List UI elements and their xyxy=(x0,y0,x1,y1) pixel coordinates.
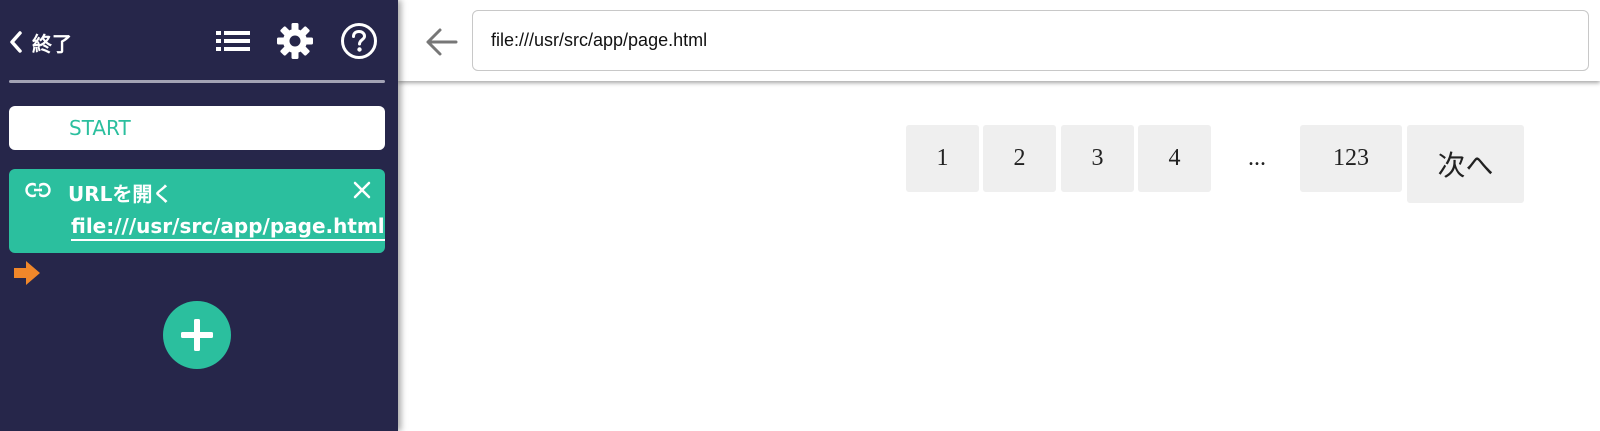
page-button-4[interactable]: 4 xyxy=(1138,125,1211,192)
arrow-left-icon[interactable] xyxy=(422,24,460,60)
sidebar: 終了 START URLを開く file:///usr/src/app/page… xyxy=(0,0,398,431)
sidebar-toolbar: 終了 xyxy=(0,0,398,82)
exit-button[interactable]: 終了 xyxy=(8,22,72,62)
sidebar-divider xyxy=(9,80,385,83)
start-block[interactable]: START xyxy=(9,106,385,150)
plus-icon xyxy=(180,318,214,352)
add-step-button[interactable] xyxy=(163,301,231,369)
browser-toolbar: file:///usr/src/app/page.html xyxy=(398,0,1600,81)
arrow-right-icon xyxy=(13,260,41,286)
page-button-last[interactable]: 123 xyxy=(1300,125,1402,192)
step-title: URLを開く xyxy=(68,182,173,206)
help-circle-icon[interactable] xyxy=(338,20,380,62)
url-input[interactable]: file:///usr/src/app/page.html xyxy=(472,10,1589,71)
step-open-url[interactable]: URLを開く file:///usr/src/app/page.html xyxy=(9,169,385,253)
step-url-link[interactable]: file:///usr/src/app/page.html xyxy=(71,215,385,241)
link-icon xyxy=(25,181,51,199)
page-button-2[interactable]: 2 xyxy=(983,125,1056,192)
pagination-ellipsis: ... xyxy=(1248,145,1266,171)
close-icon[interactable] xyxy=(349,177,375,203)
gear-icon[interactable] xyxy=(274,20,316,62)
next-page-button[interactable]: 次へ xyxy=(1407,125,1524,203)
page-button-3[interactable]: 3 xyxy=(1061,125,1134,192)
page-button-1[interactable]: 1 xyxy=(906,125,979,192)
list-icon[interactable] xyxy=(212,20,254,62)
exit-label: 終了 xyxy=(32,31,72,56)
chevron-left-icon xyxy=(8,30,24,54)
